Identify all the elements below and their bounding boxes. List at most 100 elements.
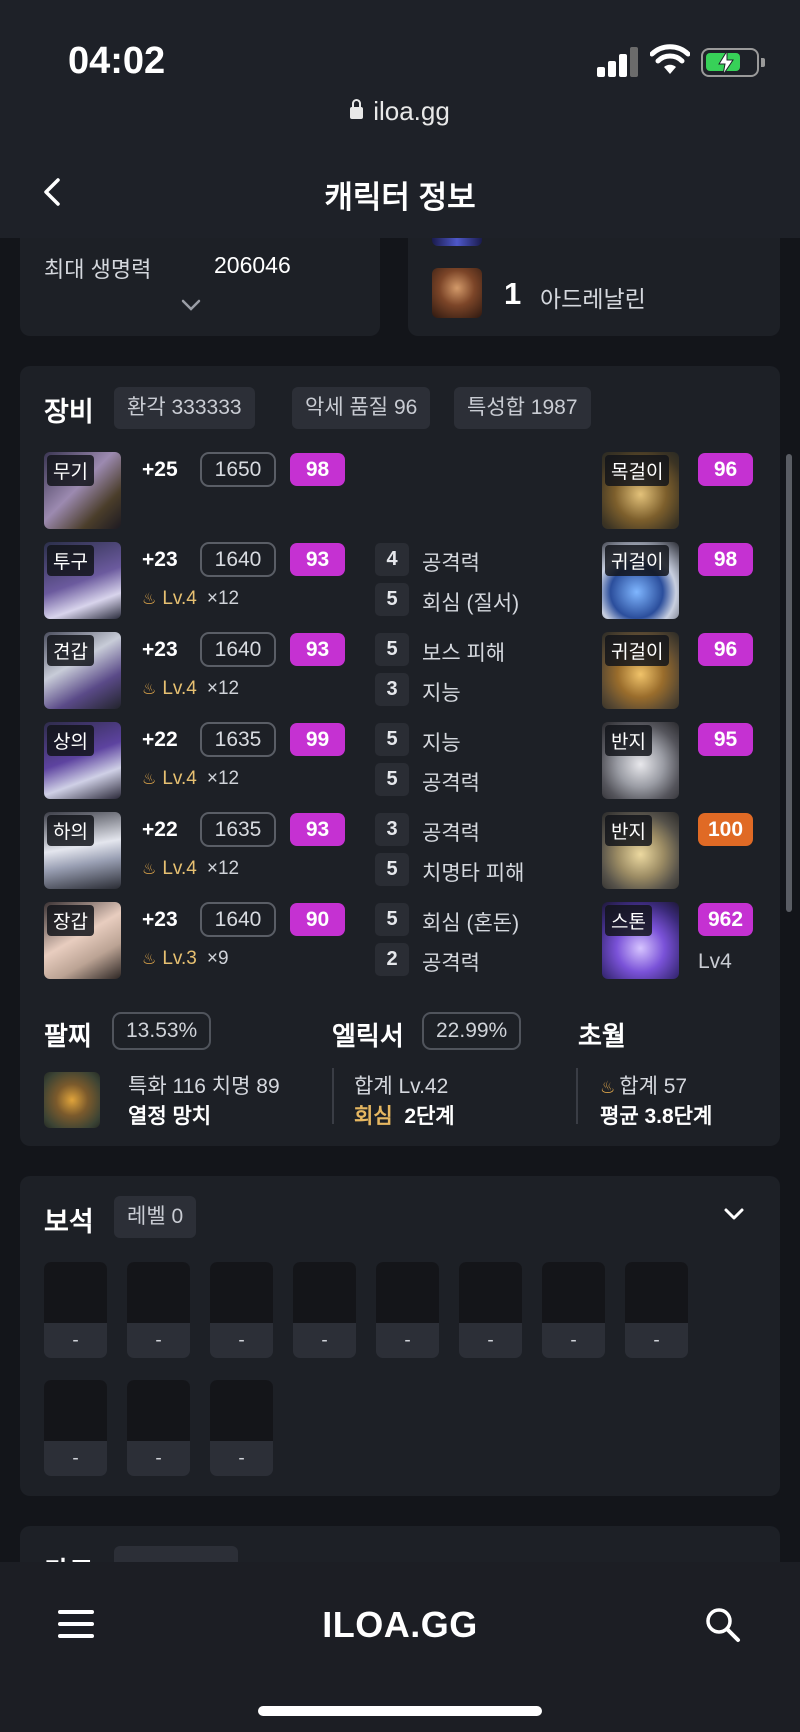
flame-icon: ♨	[142, 771, 157, 788]
search-icon[interactable]	[704, 1606, 742, 1644]
engraving-level: 1	[504, 276, 522, 311]
stat-points: 5	[375, 903, 409, 936]
equip-chip-stat-sum: 특성합 1987	[454, 387, 591, 429]
gem-slot[interactable]: -	[44, 1262, 107, 1358]
ring-slot-icon[interactable]: 반지	[602, 812, 679, 889]
flame-icon: ♨	[142, 681, 157, 698]
max-hp-value: 206046	[214, 252, 291, 278]
shoulder-elixir: ♨ Lv.4 ×12	[142, 678, 240, 699]
gem-slot[interactable]: -	[293, 1262, 356, 1358]
pants-elixir: ♨ Lv.4 ×12	[142, 858, 240, 879]
expand-chevron-icon[interactable]	[180, 298, 202, 312]
ring-slot-icon[interactable]: 반지	[602, 722, 679, 799]
gems-level-chip: 레벨 0	[114, 1196, 197, 1238]
gem-slot[interactable]: -	[459, 1262, 522, 1358]
stat-name: 보스 피해	[422, 642, 506, 665]
gem-slot[interactable]: -	[44, 1380, 107, 1476]
chest-quality-badge: 99	[290, 723, 345, 756]
top-bar: 04:02 iloa.gg 캐릭터 정보	[0, 0, 800, 238]
scrollbar[interactable]	[786, 454, 792, 912]
earring-slot-icon[interactable]: 귀걸이	[602, 632, 679, 709]
gems-title: 보석	[44, 1207, 94, 1237]
shoulder-slot-icon[interactable]: 견갑	[44, 632, 121, 709]
shoulder-item-level: 1640	[200, 632, 276, 667]
helmet-slot-icon[interactable]: 투구	[44, 542, 121, 619]
stat-name: 공격력	[422, 822, 480, 845]
chest-slot-icon[interactable]: 상의	[44, 722, 121, 799]
shoulder-honing: +23	[142, 638, 178, 661]
weapon-slot-icon[interactable]: 무기	[44, 452, 121, 529]
engraving-card: 1 아드레날린	[408, 228, 780, 336]
gloves-slot-icon[interactable]: 장갑	[44, 902, 121, 979]
weapon-honing: +25	[142, 458, 178, 481]
bracelet-stats: 특화 116 치명 89	[128, 1075, 280, 1098]
chest-honing: +22	[142, 728, 178, 751]
home-indicator	[258, 1706, 542, 1716]
gem-slot[interactable]: -	[542, 1262, 605, 1358]
elixir-pct: 22.99%	[422, 1012, 522, 1050]
helmet-elixir: ♨ Lv.4 ×12	[142, 588, 240, 609]
gem-slot[interactable]: -	[376, 1262, 439, 1358]
slot-label: 목걸이	[605, 455, 670, 486]
stat-points: 5	[375, 763, 409, 796]
bracelet-effects: 열정 망치	[128, 1105, 212, 1128]
status-time: 04:02	[68, 40, 166, 82]
lock-icon	[350, 99, 364, 119]
transcend-average: 평균 3.8단계	[600, 1105, 713, 1128]
earring-slot-icon[interactable]: 귀걸이	[602, 542, 679, 619]
gem-slot[interactable]: -	[210, 1380, 273, 1476]
slot-label: 귀걸이	[605, 635, 670, 666]
equip-chip-acc-quality: 악세 품질 96	[292, 387, 431, 429]
helmet-honing: +23	[142, 548, 178, 571]
stat-name: 공격력	[422, 772, 480, 795]
stat-name: 치명타 피해	[422, 862, 525, 885]
collapse-chevron-icon[interactable]	[722, 1206, 746, 1222]
flame-icon: ♨	[142, 591, 157, 608]
divider	[576, 1068, 578, 1124]
stat-points: 3	[375, 813, 409, 846]
ability-stone-slot-icon[interactable]: 스톤	[602, 902, 679, 979]
stone-level: Lv4	[698, 950, 732, 973]
necklace-slot-icon[interactable]: 목걸이	[602, 452, 679, 529]
gem-slot[interactable]: -	[625, 1262, 688, 1358]
gems-card: 보석 레벨 0 - - - - - - - - - - -	[20, 1176, 780, 1496]
earring-quality-badge: 96	[698, 633, 753, 666]
engraving-name: 아드레날린	[540, 286, 646, 312]
address-bar[interactable]: iloa.gg	[0, 96, 800, 127]
max-hp-label: 최대 생명력	[44, 257, 152, 282]
bracelet-title: 팔찌	[44, 1021, 92, 1051]
pants-slot-icon[interactable]: 하의	[44, 812, 121, 889]
gloves-elixir: ♨ Lv.3 ×9	[142, 948, 229, 969]
flame-icon: ♨	[142, 861, 157, 878]
slot-label: 무기	[47, 455, 94, 486]
cellular-signal-icon	[597, 47, 639, 77]
bracelet-icon[interactable]	[44, 1072, 100, 1128]
site-logo[interactable]: ILOA.GG	[0, 1604, 800, 1646]
flame-icon: ♨	[600, 1078, 616, 1097]
pants-honing: +22	[142, 818, 178, 841]
ring-quality-badge: 100	[698, 813, 753, 846]
slot-label: 반지	[605, 725, 652, 756]
ring-quality-badge: 95	[698, 723, 753, 756]
weapon-item-level: 1650	[200, 452, 276, 487]
gloves-quality-badge: 90	[290, 903, 345, 936]
flame-icon: ♨	[142, 951, 157, 968]
pants-quality-badge: 93	[290, 813, 345, 846]
equip-chip-illusion: 환각 333333	[114, 387, 255, 429]
slot-label: 귀걸이	[605, 545, 670, 576]
gem-slot[interactable]: -	[210, 1262, 273, 1358]
gloves-item-level: 1640	[200, 902, 276, 937]
stat-name: 회심 (질서)	[422, 592, 520, 615]
elixir-total: 합계 Lv.42	[354, 1075, 449, 1098]
stat-name: 공격력	[422, 952, 480, 975]
adrenaline-engraving-icon	[432, 268, 482, 318]
bottom-nav: ILOA.GG	[0, 1562, 800, 1732]
battery-icon	[701, 48, 765, 77]
gem-slot[interactable]: -	[127, 1380, 190, 1476]
shoulder-quality-badge: 93	[290, 633, 345, 666]
wifi-icon	[650, 44, 690, 74]
stat-name: 회심 (혼돈)	[422, 912, 520, 935]
gem-slot[interactable]: -	[127, 1262, 190, 1358]
transcend-title: 초월	[578, 1021, 626, 1051]
stat-points: 3	[375, 673, 409, 706]
